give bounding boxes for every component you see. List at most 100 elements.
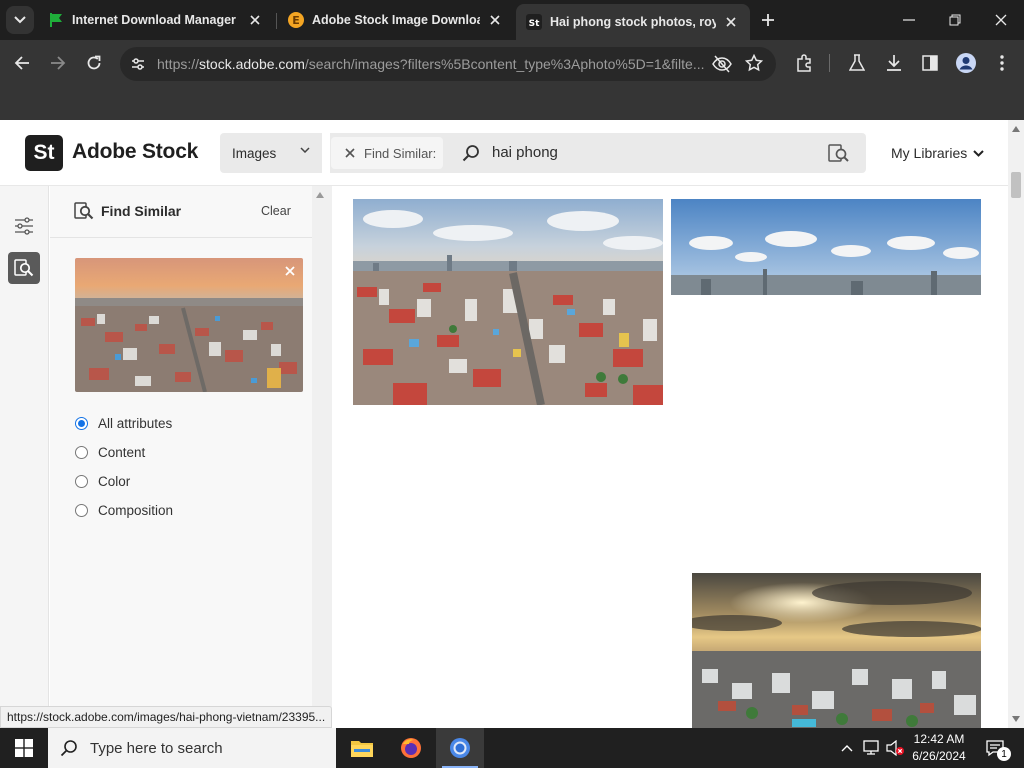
reload-button[interactable] bbox=[82, 51, 106, 75]
result-image-cutoff[interactable] bbox=[353, 186, 640, 190]
find-similar-panel: Find Similar Clear All attributes Conten… bbox=[50, 186, 312, 728]
downloads-button[interactable] bbox=[882, 51, 906, 75]
toolbar-divider bbox=[829, 54, 830, 72]
taskbar-search-placeholder: Type here to search bbox=[90, 739, 223, 757]
chevron-down-icon bbox=[973, 149, 984, 157]
forward-button[interactable] bbox=[46, 51, 70, 75]
star-icon[interactable] bbox=[744, 53, 764, 77]
panel-header: Find Similar Clear bbox=[50, 186, 312, 238]
system-clock[interactable]: 12:42 AM 6/26/2024 bbox=[903, 731, 975, 765]
side-panel-icon bbox=[922, 55, 938, 71]
download-icon bbox=[887, 55, 901, 71]
remove-chip-icon[interactable] bbox=[343, 146, 357, 160]
scroll-up-arrow-icon[interactable] bbox=[316, 192, 324, 198]
find-similar-icon bbox=[14, 259, 34, 277]
adobe-stock-icon: St bbox=[526, 14, 542, 30]
close-icon[interactable] bbox=[246, 11, 264, 29]
address-bar[interactable]: https://stock.adobe.com/search/images?fi… bbox=[120, 47, 776, 81]
brand-name[interactable]: Adobe Stock bbox=[72, 140, 198, 164]
scrollbar-thumb[interactable] bbox=[1011, 172, 1021, 198]
tab-hai-phong[interactable]: St Hai phong stock photos, royalt bbox=[516, 4, 750, 40]
radio-label: Composition bbox=[98, 502, 174, 518]
labs-button[interactable] bbox=[845, 51, 869, 75]
tab-title: Adobe Stock Image Download bbox=[312, 13, 480, 27]
firefox-app[interactable] bbox=[387, 728, 435, 768]
panel-title: Find Similar bbox=[101, 203, 182, 219]
my-libraries-menu[interactable]: My Libraries bbox=[891, 145, 984, 161]
chevron-up-icon bbox=[841, 745, 853, 752]
clock-date: 6/26/2024 bbox=[912, 749, 966, 763]
asset-type-label: Images bbox=[232, 145, 277, 161]
clock-time: 12:42 AM bbox=[913, 732, 965, 746]
profile-button[interactable] bbox=[954, 51, 978, 75]
tab-idm[interactable]: Internet Download Manager is bbox=[38, 4, 274, 36]
radio-content[interactable]: Content bbox=[75, 441, 145, 463]
close-icon[interactable] bbox=[722, 13, 740, 31]
tab-adobe-download[interactable]: E Adobe Stock Image Download bbox=[278, 4, 514, 36]
show-hidden-icons-button[interactable] bbox=[838, 728, 856, 768]
find-similar-chip[interactable]: Find Similar: bbox=[331, 137, 443, 169]
bookmarks-bar bbox=[0, 86, 1024, 120]
sliders-icon bbox=[15, 217, 33, 235]
close-window-button[interactable] bbox=[986, 8, 1016, 32]
side-panel-button[interactable] bbox=[918, 51, 942, 75]
kebab-menu-icon bbox=[1000, 55, 1004, 71]
search-icon bbox=[60, 740, 77, 757]
new-tab-button[interactable] bbox=[756, 8, 780, 32]
file-explorer-app[interactable] bbox=[338, 728, 386, 768]
url-path: /search/images?filters%5Bcontent_type%3A… bbox=[304, 56, 705, 72]
adobe-stock-logo[interactable]: St bbox=[25, 135, 63, 171]
radio-button[interactable] bbox=[75, 474, 88, 488]
radio-color[interactable]: Color bbox=[75, 470, 130, 492]
remove-reference-icon[interactable] bbox=[283, 264, 297, 278]
result-image-skyline-panorama[interactable] bbox=[671, 199, 981, 295]
tab-title: Internet Download Manager is bbox=[72, 13, 240, 27]
search-input[interactable]: hai phong bbox=[492, 144, 558, 161]
reference-image bbox=[75, 258, 303, 392]
minimize-button[interactable] bbox=[894, 8, 924, 32]
chip-label: Find Similar: bbox=[364, 145, 437, 161]
my-libraries-label: My Libraries bbox=[891, 145, 968, 161]
minimize-icon bbox=[903, 19, 915, 21]
close-icon[interactable] bbox=[486, 11, 504, 29]
restore-button[interactable] bbox=[940, 8, 970, 32]
radio-button[interactable] bbox=[75, 416, 88, 430]
chrome-app[interactable] bbox=[436, 728, 484, 768]
asset-type-select[interactable]: Images bbox=[220, 133, 322, 173]
extensions-button[interactable] bbox=[792, 51, 816, 75]
result-image-city-sunset[interactable] bbox=[692, 573, 981, 728]
radio-label: Color bbox=[98, 473, 131, 489]
scroll-down-arrow-icon[interactable] bbox=[1012, 716, 1020, 722]
close-icon bbox=[995, 14, 1007, 26]
taskbar-search-box[interactable]: Type here to search bbox=[48, 728, 336, 768]
eye-off-icon[interactable] bbox=[712, 55, 732, 78]
svg-text:St: St bbox=[529, 19, 540, 29]
firefox-icon bbox=[401, 738, 421, 758]
radio-composition[interactable]: Composition bbox=[75, 499, 173, 521]
scroll-up-arrow-icon[interactable] bbox=[1012, 126, 1020, 132]
url-text[interactable]: https://stock.adobe.com/search/images?fi… bbox=[157, 56, 717, 72]
find-similar-tab-button[interactable] bbox=[8, 252, 40, 284]
city-aerial-thumbnail bbox=[75, 258, 303, 392]
visual-search-icon[interactable] bbox=[828, 143, 850, 163]
network-button[interactable] bbox=[860, 728, 882, 768]
menu-button[interactable] bbox=[990, 51, 1014, 75]
page-scrollbar[interactable] bbox=[1008, 120, 1024, 728]
panel-scrollbar[interactable] bbox=[312, 186, 332, 728]
notifications-button[interactable]: 1 bbox=[980, 728, 1011, 768]
site-info-icon[interactable] bbox=[128, 54, 148, 74]
radio-all-attributes[interactable]: All attributes bbox=[75, 412, 172, 434]
tab-search-button[interactable] bbox=[6, 6, 34, 34]
site-header: St Adobe Stock Images Find Similar: hai … bbox=[0, 120, 1008, 186]
filters-button[interactable] bbox=[8, 210, 40, 242]
clear-button[interactable]: Clear bbox=[261, 204, 291, 218]
start-button[interactable] bbox=[0, 728, 48, 768]
search-bar: Images Find Similar: hai phong bbox=[220, 133, 866, 173]
browser-toolbar: https://stock.adobe.com/search/images?fi… bbox=[0, 40, 1024, 86]
back-button[interactable] bbox=[10, 51, 34, 75]
radio-button[interactable] bbox=[75, 445, 88, 459]
results-grid bbox=[333, 186, 1008, 728]
search-icon bbox=[462, 145, 479, 162]
result-image-city-aerial[interactable] bbox=[353, 199, 663, 405]
radio-button[interactable] bbox=[75, 503, 88, 517]
